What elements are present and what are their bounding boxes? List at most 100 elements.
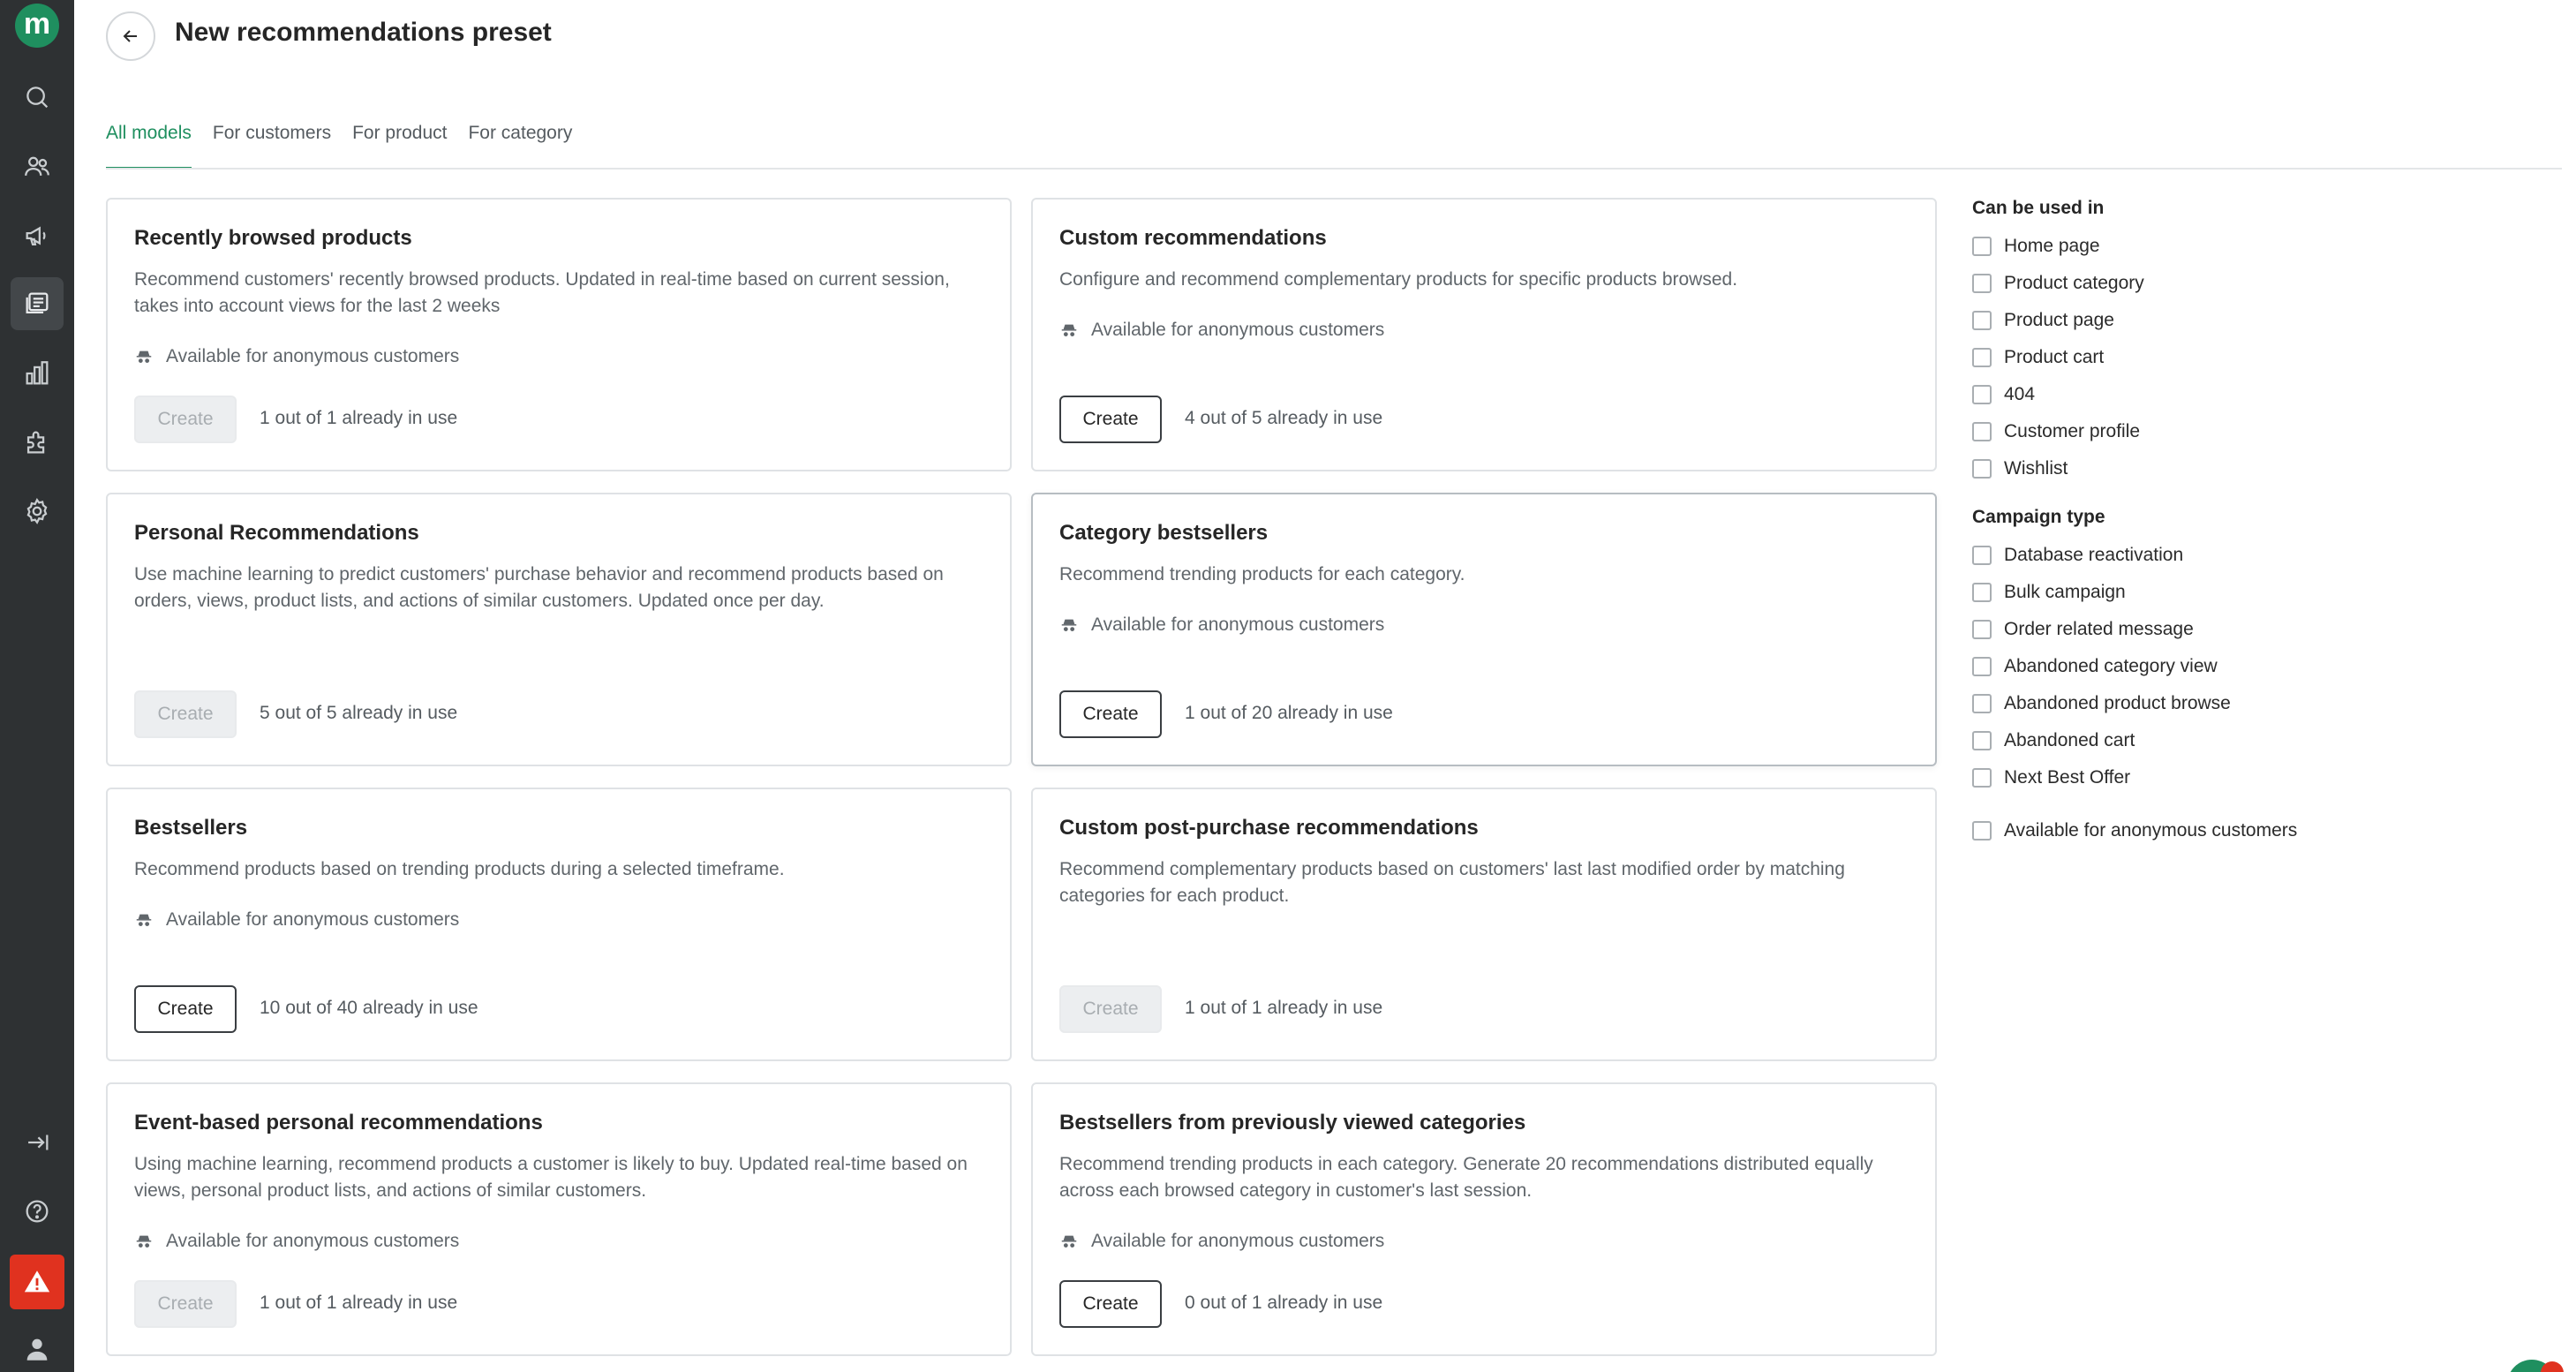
campaigns-megaphone-icon[interactable]	[19, 217, 56, 254]
model-card-category-bestsellers[interactable]: Category bestsellers Recommend trending …	[1031, 493, 1937, 766]
usage-count: 10 out of 40 already in use	[260, 998, 478, 1018]
card-description: Recommend complementary products based o…	[1059, 859, 1845, 906]
alert-warning-icon[interactable]	[10, 1255, 64, 1309]
create-button[interactable]: Create	[1059, 1280, 1162, 1328]
anonymous-label: Available for anonymous customers	[166, 1231, 460, 1251]
create-button[interactable]: Create	[1059, 396, 1162, 443]
model-card-custom-recommendations[interactable]: Custom recommendations Configure and rec…	[1031, 198, 1937, 471]
checkbox[interactable]	[1972, 422, 1992, 441]
checkbox[interactable]	[1972, 274, 1992, 293]
card-description: Recommend customers' recently browsed pr…	[134, 269, 950, 316]
checkbox[interactable]	[1972, 620, 1992, 639]
filter-customer-profile[interactable]: Customer profile	[1972, 413, 2555, 450]
filter-abandoned-product-browse[interactable]: Abandoned product browse	[1972, 685, 2555, 722]
back-button[interactable]	[106, 11, 155, 61]
checkbox[interactable]	[1972, 583, 1992, 602]
checkbox[interactable]	[1972, 821, 1992, 841]
filter-label: Bulk campaign	[2004, 582, 2126, 602]
card-title: Personal Recommendations	[134, 521, 419, 545]
filter-abandoned-cart[interactable]: Abandoned cart	[1972, 722, 2555, 759]
create-button[interactable]: Create	[1059, 985, 1162, 1033]
filter-home-page[interactable]: Home page	[1972, 228, 2555, 265]
checkbox[interactable]	[1972, 311, 1992, 330]
checkbox[interactable]	[1972, 546, 1992, 565]
page-title: New recommendations preset	[175, 18, 552, 47]
filter-label: Customer profile	[2004, 421, 2141, 441]
filter-bulk-campaign[interactable]: Bulk campaign	[1972, 574, 2555, 611]
tab-for-category[interactable]: For category	[468, 120, 572, 170]
card-description: Use machine learning to predict customer…	[134, 564, 944, 611]
filter-next-best-offer[interactable]: Next Best Offer	[1972, 759, 2555, 796]
integrations-puzzle-icon[interactable]	[19, 424, 56, 461]
checkbox[interactable]	[1972, 731, 1992, 750]
model-tabs: All models For customers For product For…	[106, 120, 593, 170]
search-icon[interactable]	[19, 79, 56, 116]
usage-count: 5 out of 5 already in use	[260, 703, 458, 723]
checkbox[interactable]	[1972, 385, 1992, 404]
filter-product-page[interactable]: Product page	[1972, 302, 2555, 339]
checkbox[interactable]	[1972, 768, 1992, 788]
card-description: Using machine learning, recommend produc…	[134, 1154, 968, 1201]
anonymous-availability: Available for anonymous customers	[1059, 614, 1384, 636]
collapse-sidebar-icon[interactable]	[19, 1124, 56, 1161]
usage-count: 4 out of 5 already in use	[1185, 408, 1383, 428]
anonymous-availability: Available for anonymous customers	[134, 346, 459, 367]
tab-for-customers[interactable]: For customers	[213, 120, 331, 170]
checkbox[interactable]	[1972, 459, 1992, 479]
filter-product-cart[interactable]: Product cart	[1972, 339, 2555, 376]
settings-gear-icon[interactable]	[19, 493, 56, 530]
tabs-divider	[106, 168, 2562, 170]
filter-label: Product category	[2004, 273, 2144, 293]
customers-icon[interactable]	[19, 148, 56, 185]
incognito-icon	[136, 351, 152, 363]
filter-label: Database reactivation	[2004, 545, 2184, 565]
filter-label: Product cart	[2004, 347, 2105, 367]
card-title: Event-based personal recommendations	[134, 1111, 543, 1135]
model-card-recently-browsed[interactable]: Recently browsed products Recommend cust…	[106, 198, 1012, 471]
filter-abandoned-category-view[interactable]: Abandoned category view	[1972, 648, 2555, 685]
incognito-icon	[1061, 619, 1077, 631]
filter-label: Next Best Offer	[2004, 767, 2131, 788]
help-icon[interactable]	[19, 1193, 56, 1230]
create-button[interactable]: Create	[134, 1280, 237, 1328]
anonymous-label: Available for anonymous customers	[1091, 1231, 1385, 1251]
checkbox[interactable]	[1972, 694, 1992, 713]
create-button[interactable]: Create	[134, 690, 237, 738]
incognito-icon	[136, 914, 152, 926]
filter-label: Wishlist	[2004, 458, 2068, 479]
filter-label: Home page	[2004, 236, 2100, 256]
tab-all-models[interactable]: All models	[106, 120, 192, 170]
create-button[interactable]: Create	[134, 396, 237, 443]
usage-count: 1 out of 1 already in use	[260, 408, 458, 428]
model-card-personal-recommendations[interactable]: Personal Recommendations Use machine lea…	[106, 493, 1012, 766]
model-card-event-based-personal[interactable]: Event-based personal recommendations Usi…	[106, 1082, 1012, 1356]
filter-label: Order related message	[2004, 619, 2194, 639]
filter-anonymous-customers[interactable]: Available for anonymous customers	[1972, 812, 2555, 849]
filter-wishlist[interactable]: Wishlist	[1972, 450, 2555, 487]
checkbox[interactable]	[1972, 237, 1992, 256]
card-title: Bestsellers from previously viewed categ…	[1059, 1111, 1526, 1135]
create-button[interactable]: Create	[1059, 690, 1162, 738]
filter-order-related-message[interactable]: Order related message	[1972, 611, 2555, 648]
model-card-custom-post-purchase[interactable]: Custom post-purchase recommendations Rec…	[1031, 788, 1937, 1061]
filter-product-category[interactable]: Product category	[1972, 265, 2555, 302]
tab-for-product[interactable]: For product	[352, 120, 447, 170]
checkbox[interactable]	[1972, 657, 1992, 676]
app-logo[interactable]: m	[15, 4, 59, 48]
create-button[interactable]: Create	[134, 985, 237, 1033]
anonymous-label: Available for anonymous customers	[1091, 614, 1385, 635]
model-card-bestsellers[interactable]: Bestsellers Recommend products based on …	[106, 788, 1012, 1061]
recommendations-icon[interactable]	[11, 277, 64, 330]
filter-label: Abandoned category view	[2004, 656, 2218, 676]
checkbox[interactable]	[1972, 348, 1992, 367]
incognito-icon	[1061, 1235, 1077, 1248]
anonymous-availability: Available for anonymous customers	[1059, 320, 1384, 341]
filter-404[interactable]: 404	[1972, 376, 2555, 413]
card-title: Custom post-purchase recommendations	[1059, 816, 1479, 840]
analytics-chart-icon[interactable]	[19, 355, 56, 392]
filter-database-reactivation[interactable]: Database reactivation	[1972, 537, 2555, 574]
model-card-bestsellers-viewed-categories[interactable]: Bestsellers from previously viewed categ…	[1031, 1082, 1937, 1356]
filter-label: 404	[2004, 384, 2036, 404]
anonymous-availability: Available for anonymous customers	[134, 1231, 459, 1252]
user-profile-icon[interactable]	[19, 1331, 56, 1368]
